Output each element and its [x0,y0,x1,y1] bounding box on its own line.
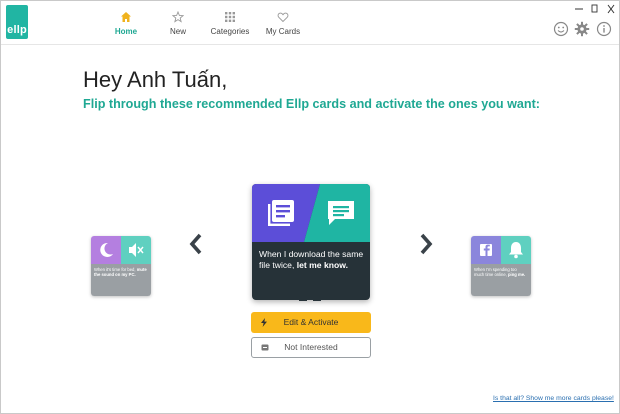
edit-activate-button[interactable]: Edit & Activate [251,312,371,333]
nav-my-cards[interactable]: My Cards [253,11,313,36]
next-card-arrow-icon[interactable] [417,233,435,255]
nav-new[interactable]: New [148,11,208,36]
close-icon[interactable] [605,4,617,14]
document-list-icon [268,200,294,226]
show-more-cards-link[interactable]: Is that all? Show me more cards please! [493,395,614,402]
subtitle-text: Flip through these recommended Ellp card… [83,97,540,111]
edit-activate-label: Edit & Activate [283,317,339,327]
nav-home[interactable]: Home [96,11,156,36]
ellp-logo[interactable]: ellp [6,5,28,39]
grid-icon [225,12,235,22]
main-card-text: When I download the same file twice, let… [259,249,365,271]
minimize-icon[interactable] [573,4,585,14]
card-stack-notch [313,297,321,301]
home-icon [121,12,131,22]
card-right-body: When I'm spending too much time online, … [471,264,531,296]
card-stack-notch [299,297,307,301]
top-bar: ellp Home New Categories My Cards [1,1,619,45]
app-window: ellp Home New Categories My Cards Hey An… [0,0,620,414]
facebook-icon [480,244,492,256]
previous-card-arrow-icon[interactable] [187,233,205,255]
card-left-preview[interactable]: When it's time for bed, mute the sound o… [91,236,151,296]
mute-icon [129,243,144,257]
card-right-bold-text: ping me. [507,272,526,278]
nav-categories[interactable]: Categories [200,11,260,36]
nav-home-label: Home [114,27,138,36]
info-icon[interactable] [596,21,612,37]
lightning-icon [261,318,267,327]
restore-icon[interactable] [589,4,601,14]
bell-icon [509,242,523,259]
card-right-top-right [501,236,531,264]
card-left-body: When it's time for bed, mute the sound o… [91,264,151,296]
not-interested-label: Not Interested [284,342,338,352]
card-left-top-left [91,236,121,264]
greeting-heading: Hey Anh Tuấn, [83,67,228,92]
smiley-icon[interactable] [553,21,569,37]
main-card[interactable]: When I download the same file twice, let… [252,184,370,300]
card-left-top-right [121,236,151,264]
nav-my-cards-label: My Cards [265,27,301,36]
not-interested-button[interactable]: Not Interested [251,337,371,358]
nav-new-label: New [169,27,186,36]
moon-icon [100,242,113,257]
message-icon [328,201,354,225]
dismiss-icon [261,344,269,351]
heart-icon [277,12,289,23]
main-card-bold-text: let me know. [296,260,348,270]
gear-icon[interactable] [574,21,590,37]
card-right-top-left [471,236,501,264]
card-right-preview[interactable]: When I'm spending too much time online, … [471,236,531,296]
star-icon [172,11,184,23]
nav-categories-label: Categories [210,27,250,36]
logo-text: ellp [7,24,27,36]
